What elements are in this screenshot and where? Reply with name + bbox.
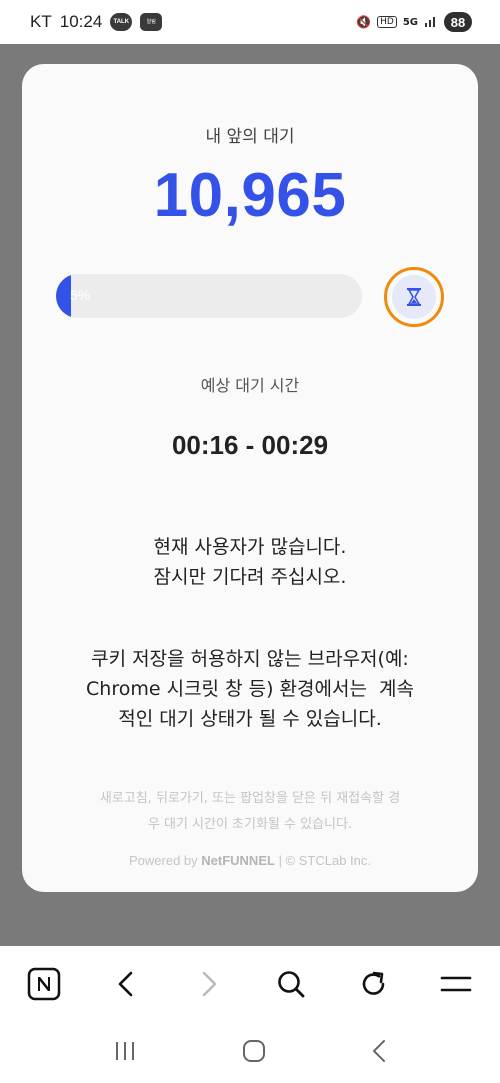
hourglass-icon xyxy=(392,275,436,319)
eta-label: 예상 대기 시간 xyxy=(200,376,300,395)
hourglass-indicator xyxy=(384,267,444,327)
battery-icon: 88 xyxy=(444,12,472,32)
reset-notice-line1: 새로고침, 뒤로가기, 또는 팝업창을 닫은 뒤 재접속할 경 xyxy=(99,791,401,806)
reset-notice-line2: 우 대기 시간이 초기화될 수 있습니다. xyxy=(147,817,353,832)
home-icon[interactable] xyxy=(242,1039,266,1067)
clock: 10:24 xyxy=(59,12,103,31)
status-left: KT 10:24 TALK 알림 xyxy=(30,12,163,32)
busy-message-line2: 잠시만 기다려 주십시오. xyxy=(153,566,347,588)
refresh-icon[interactable] xyxy=(354,964,394,1004)
mute-icon: 🔇 xyxy=(356,15,372,29)
powered-by-footer: Powered by NetFUNNEL | © STCLab Inc. xyxy=(22,853,478,868)
eta-value: 00:16 - 00:29 xyxy=(171,430,329,460)
system-navigation-bar xyxy=(0,1022,500,1083)
naver-icon[interactable] xyxy=(24,964,64,1004)
progress-bar: 5% xyxy=(56,274,362,318)
queue-count: 10,965 xyxy=(153,161,347,230)
progress-text: 5% xyxy=(70,287,91,303)
network-5g-icon: 5G xyxy=(402,16,418,28)
forward-icon[interactable] xyxy=(189,964,229,1004)
reset-notice: 새로고침, 뒤로가기, 또는 팝업창을 닫은 뒤 재접속할 경 우 대기 시간이… xyxy=(50,786,450,838)
search-icon[interactable] xyxy=(271,964,311,1004)
recent-apps-icon[interactable] xyxy=(113,1040,137,1066)
cookie-message-line1: 쿠키 저장을 허용하지 않는 브라우저(예: xyxy=(91,648,409,670)
notification-app-icon: 알림 xyxy=(140,13,163,31)
system-back-icon[interactable] xyxy=(371,1039,387,1067)
cookie-message-line2: Chrome 시크릿 창 등) 환경에서는 계속 xyxy=(86,678,414,700)
kakaotalk-icon: TALK xyxy=(110,13,133,31)
queue-label: 내 앞의 대기 xyxy=(205,127,295,147)
busy-message: 현재 사용자가 많습니다. 잠시만 기다려 주십시오. xyxy=(42,532,458,592)
back-icon[interactable] xyxy=(106,964,146,1004)
carrier: KT xyxy=(30,12,52,31)
busy-message-line1: 현재 사용자가 많습니다. xyxy=(153,536,347,558)
progress-fill xyxy=(56,274,72,318)
status-right: 🔇 HD 5G 88 xyxy=(356,12,472,32)
brand-name: NetFUNNEL xyxy=(201,853,275,868)
copyright: | © STCLab Inc. xyxy=(278,853,371,868)
hd-icon: HD xyxy=(377,16,397,28)
powered-label: Powered by xyxy=(128,853,198,868)
status-bar: KT 10:24 TALK 알림 🔇 HD 5G 88 xyxy=(0,0,500,44)
signal-icon xyxy=(424,14,438,31)
waiting-room-card: 내 앞의 대기 10,965 5% 예상 대기 시간 00:16 - 00:29… xyxy=(22,64,478,892)
cookie-message: 쿠키 저장을 허용하지 않는 브라우저(예: Chrome 시크릿 창 등) 환… xyxy=(42,644,458,734)
menu-icon[interactable] xyxy=(436,964,476,1004)
browser-toolbar xyxy=(0,946,500,1022)
cookie-message-line3: 적인 대기 상태가 될 수 있습니다. xyxy=(118,708,382,730)
